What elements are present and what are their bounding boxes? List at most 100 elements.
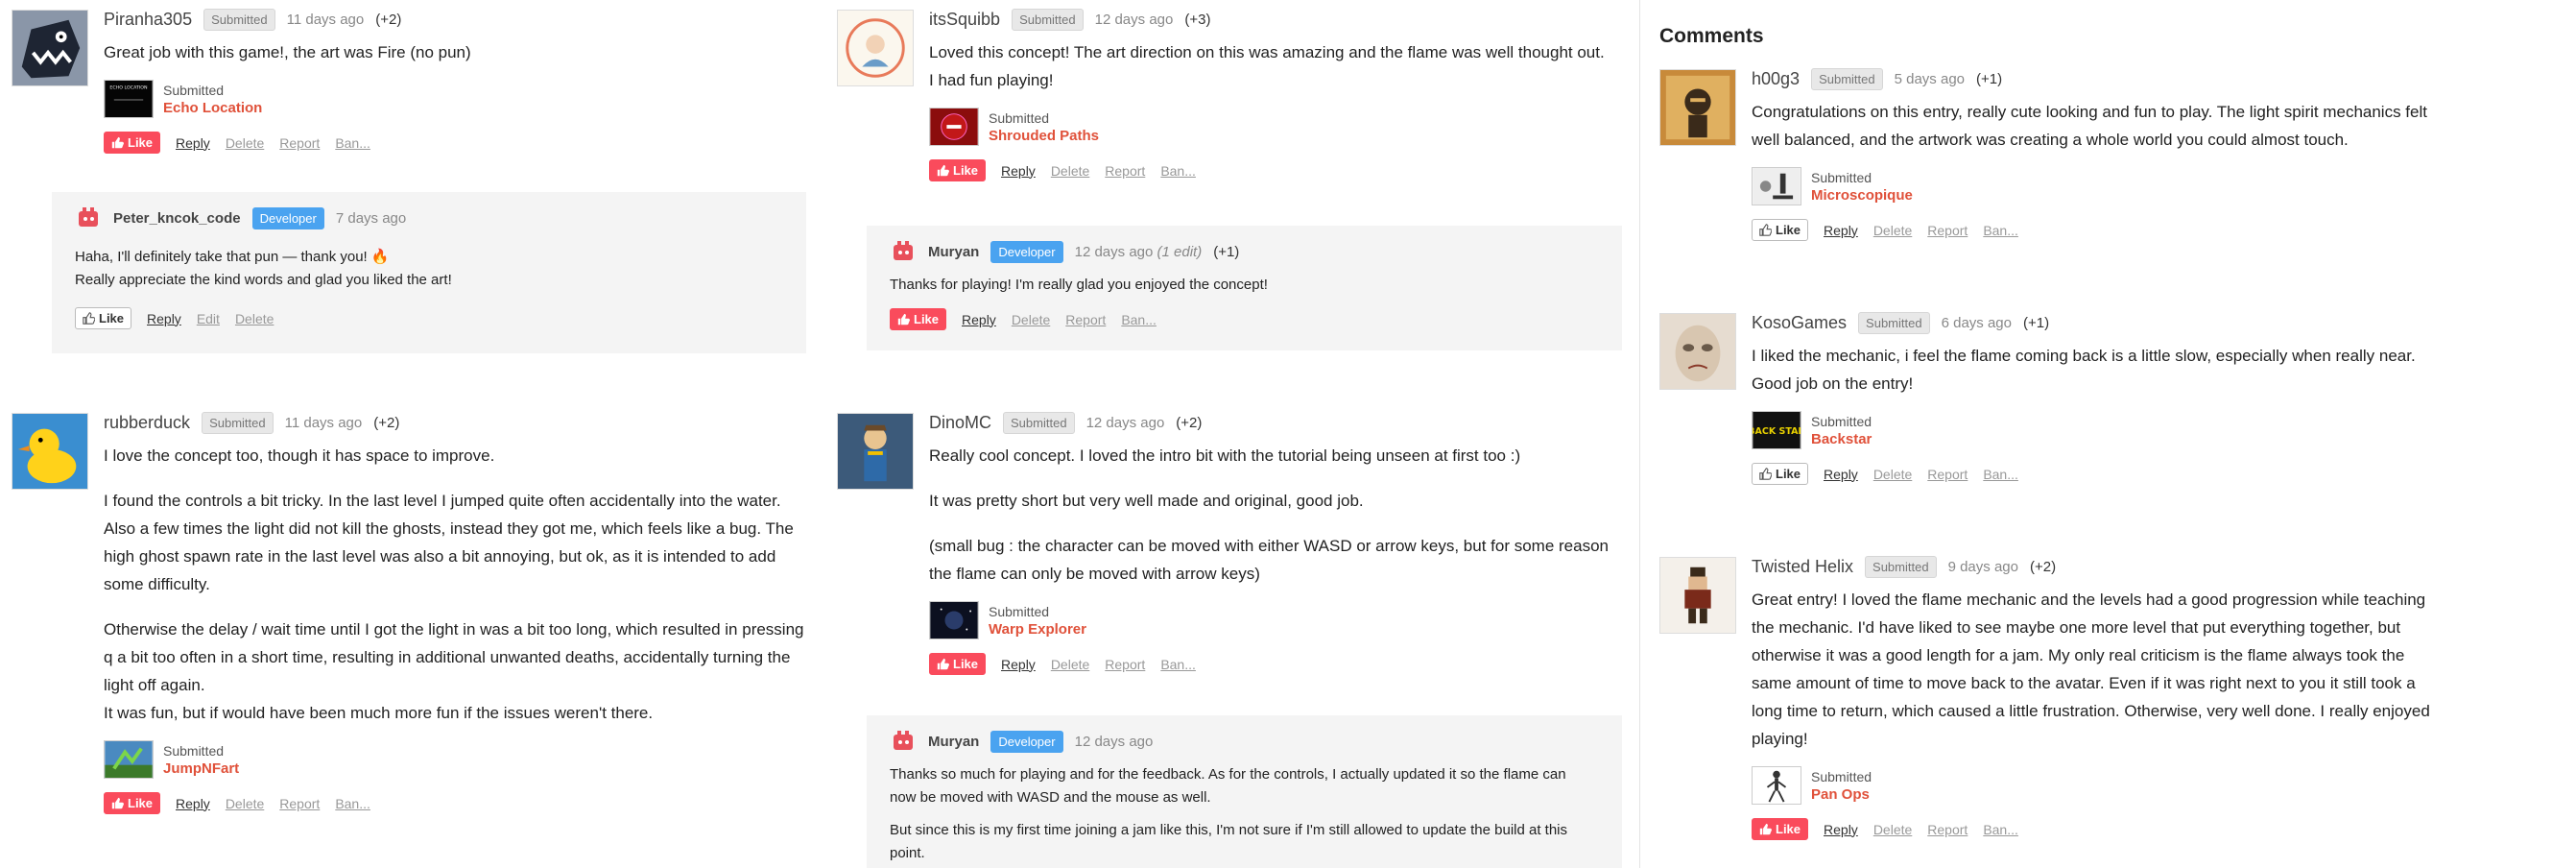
comment-time[interactable]: 12 days ago — [1075, 734, 1154, 750]
comment-author[interactable]: KosoGames — [1752, 313, 1847, 333]
comment-time[interactable]: 5 days ago — [1895, 71, 1965, 87]
reply-link[interactable]: Reply — [176, 135, 210, 151]
report-link[interactable]: Report — [1105, 657, 1145, 672]
comment-time[interactable]: 7 days ago — [336, 210, 406, 227]
reply-link[interactable]: Reply — [1824, 223, 1858, 238]
comment-time[interactable]: 12 days ago (1 edit) — [1075, 244, 1203, 260]
like-button[interactable]: Like — [104, 132, 161, 154]
submission-title[interactable]: Backstar — [1811, 431, 1872, 447]
submission-link[interactable]: Submitted Pan Ops — [1752, 766, 2576, 805]
avatar[interactable] — [890, 731, 917, 752]
ban-link[interactable]: Ban... — [1121, 312, 1157, 327]
like-button[interactable]: Like — [1752, 463, 1809, 485]
submission-link[interactable]: ECHO LOCATION Submitted Echo Location — [104, 80, 816, 118]
ban-link[interactable]: Ban... — [335, 796, 370, 811]
report-link[interactable]: Report — [1927, 822, 1968, 837]
reply-link[interactable]: Reply — [962, 312, 996, 327]
comment-author[interactable]: DinoMC — [929, 413, 991, 433]
delete-link[interactable]: Delete — [1012, 312, 1050, 327]
reply-link[interactable]: Reply — [1001, 657, 1036, 672]
submission-link[interactable]: Submitted Shrouded Paths — [929, 108, 1636, 146]
comment-author[interactable]: Peter_kncok_code — [113, 210, 241, 227]
avatar[interactable] — [1659, 557, 1736, 634]
avatar[interactable] — [1659, 69, 1736, 146]
comment-author[interactable]: itsSquibb — [929, 10, 1000, 30]
report-link[interactable]: Report — [279, 796, 320, 811]
ban-link[interactable]: Ban... — [1983, 467, 2018, 482]
report-link[interactable]: Report — [1065, 312, 1106, 327]
comment-author[interactable]: Piranha305 — [104, 10, 192, 30]
like-button[interactable]: Like — [890, 308, 947, 330]
report-link[interactable]: Report — [1927, 467, 1968, 482]
comment-text: Thanks for playing! I'm really glad you … — [890, 274, 1599, 297]
comment-author[interactable]: Muryan — [928, 734, 979, 750]
submission-link[interactable]: Submitted JumpNFart — [104, 740, 816, 779]
comment-paragraph: But since this is my first time joining … — [890, 822, 1568, 861]
submission-link[interactable]: Submitted Microscopique — [1752, 167, 2576, 205]
comment-author[interactable]: Twisted Helix — [1752, 557, 1853, 577]
thumbnail-text: BACK STAR — [1753, 426, 1801, 437]
avatar[interactable] — [890, 241, 917, 262]
delete-link[interactable]: Delete — [226, 135, 264, 151]
comment-time[interactable]: 12 days ago — [1095, 12, 1174, 28]
comment-time[interactable]: 11 days ago — [285, 415, 363, 431]
comment-actions: Like Reply Delete Report Ban... — [929, 653, 1636, 675]
delete-link[interactable]: Delete — [1051, 657, 1089, 672]
submission-title[interactable]: JumpNFart — [163, 760, 239, 777]
report-link[interactable]: Report — [1105, 163, 1145, 179]
submission-thumbnail[interactable] — [929, 601, 979, 639]
submission-thumbnail[interactable] — [929, 108, 979, 146]
submission-title[interactable]: Shrouded Paths — [989, 128, 1099, 144]
submission-thumbnail[interactable]: ECHO LOCATION — [104, 80, 154, 118]
vote-count: (+2) — [1176, 414, 1203, 431]
ban-link[interactable]: Ban... — [1983, 822, 2018, 837]
like-button[interactable]: Like — [929, 159, 987, 181]
like-button[interactable]: Like — [1752, 818, 1809, 840]
ban-link[interactable]: Ban... — [1160, 657, 1196, 672]
ban-link[interactable]: Ban... — [1160, 163, 1196, 179]
submission-thumbnail[interactable] — [1752, 167, 1801, 205]
delete-link[interactable]: Delete — [1873, 223, 1912, 238]
reply-link[interactable]: Reply — [176, 796, 210, 811]
avatar[interactable] — [837, 10, 914, 86]
submission-title[interactable]: Microscopique — [1811, 187, 1913, 204]
delete-link[interactable]: Delete — [226, 796, 264, 811]
ban-link[interactable]: Ban... — [1983, 223, 2018, 238]
delete-link[interactable]: Delete — [235, 311, 274, 326]
submission-thumbnail[interactable]: BACK STAR — [1752, 411, 1801, 449]
like-button[interactable]: Like — [929, 653, 987, 675]
submission-title[interactable]: Warp Explorer — [989, 621, 1086, 638]
edit-link[interactable]: Edit — [197, 311, 220, 326]
avatar[interactable] — [1659, 313, 1736, 390]
report-link[interactable]: Report — [279, 135, 320, 151]
comment-time[interactable]: 6 days ago — [1942, 315, 2012, 331]
comment-time[interactable]: 12 days ago — [1086, 415, 1165, 431]
like-button[interactable]: Like — [1752, 219, 1809, 241]
like-button[interactable]: Like — [104, 792, 161, 814]
reply-link[interactable]: Reply — [147, 311, 181, 326]
avatar[interactable] — [75, 207, 102, 229]
delete-link[interactable]: Delete — [1873, 822, 1912, 837]
reply-link[interactable]: Reply — [1824, 467, 1858, 482]
comment-author[interactable]: rubberduck — [104, 413, 190, 433]
avatar[interactable] — [12, 10, 88, 86]
reply-link[interactable]: Reply — [1824, 822, 1858, 837]
submission-thumbnail[interactable] — [1752, 766, 1801, 805]
avatar[interactable] — [12, 413, 88, 490]
comment-author[interactable]: h00g3 — [1752, 69, 1800, 89]
comment-author[interactable]: Muryan — [928, 244, 979, 260]
submission-title[interactable]: Pan Ops — [1811, 786, 1872, 803]
avatar[interactable] — [837, 413, 914, 490]
submission-link[interactable]: BACK STAR Submitted Backstar — [1752, 411, 2576, 449]
submission-title[interactable]: Echo Location — [163, 100, 262, 116]
submission-link[interactable]: Submitted Warp Explorer — [929, 601, 1636, 639]
delete-link[interactable]: Delete — [1051, 163, 1089, 179]
comment-time[interactable]: 11 days ago — [287, 12, 365, 28]
report-link[interactable]: Report — [1927, 223, 1968, 238]
submission-thumbnail[interactable] — [104, 740, 154, 779]
ban-link[interactable]: Ban... — [335, 135, 370, 151]
delete-link[interactable]: Delete — [1873, 467, 1912, 482]
reply-link[interactable]: Reply — [1001, 163, 1036, 179]
comment-time[interactable]: 9 days ago — [1948, 559, 2018, 575]
like-button[interactable]: Like — [75, 307, 132, 329]
